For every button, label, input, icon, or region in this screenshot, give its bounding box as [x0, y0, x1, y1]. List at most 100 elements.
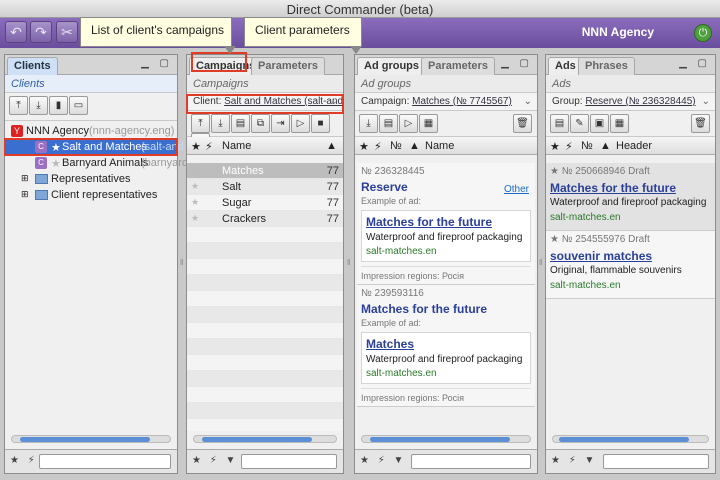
expand-icon[interactable]: ⊞: [21, 189, 29, 200]
pane-splitter[interactable]: ‖: [180, 258, 183, 267]
group-selector[interactable]: Group: Reserve (№ 236328445) ⌄: [546, 93, 715, 111]
campaign-row[interactable]: ★ Crackers 77: [187, 211, 343, 227]
exit-icon[interactable]: ⏻: [694, 24, 712, 42]
play-icon[interactable]: ▷: [291, 114, 310, 133]
number-column-header[interactable]: №: [390, 140, 402, 152]
tab-phrases[interactable]: Phrases: [578, 57, 635, 75]
name-column-header[interactable]: Name: [425, 140, 454, 152]
scrollbar-thumb[interactable]: [202, 437, 312, 442]
star-icon[interactable]: ★: [191, 181, 199, 192]
table-icon[interactable]: ▦: [610, 114, 629, 133]
tree-group-representatives[interactable]: ⊞ Representatives: [5, 171, 177, 187]
ad-preview-title[interactable]: Matches for the future: [366, 215, 526, 229]
table-icon[interactable]: ▦: [419, 114, 438, 133]
star-icon[interactable]: ★: [191, 197, 199, 208]
bolt-column-icon[interactable]: ⚡: [565, 140, 573, 153]
ad-card[interactable]: ★ № 250668946 Draft Matches for the futu…: [546, 163, 715, 231]
adgroups-filter-input[interactable]: [411, 454, 531, 469]
header-column-header[interactable]: Header: [616, 140, 652, 152]
pane-window-controls[interactable]: ▁ ▢: [679, 58, 711, 69]
campaigns-filter-input[interactable]: [241, 454, 337, 469]
balance-icon[interactable]: ▭: [69, 96, 88, 115]
adgroup-card[interactable]: № 236328445 Reserve Example of ad: Other…: [357, 163, 535, 285]
redo-icon[interactable]: ↷: [30, 21, 52, 43]
ads-filter-input[interactable]: [603, 454, 709, 469]
bolt-column-icon[interactable]: ⚡: [374, 140, 382, 153]
document-icon[interactable]: ▤: [379, 114, 398, 133]
chevron-down-icon[interactable]: ⌄: [702, 96, 710, 107]
star-column-icon[interactable]: ★: [191, 140, 201, 153]
download-icon[interactable]: ⤓: [359, 114, 378, 133]
group-selector-value[interactable]: Reserve (№ 236328445): [585, 96, 695, 107]
star-icon[interactable]: ★: [550, 234, 562, 245]
upload-icon[interactable]: ⤒: [9, 96, 28, 115]
star-icon[interactable]: ★: [550, 166, 562, 177]
pane-splitter[interactable]: ‖: [347, 258, 350, 267]
scrollbar-thumb[interactable]: [370, 437, 510, 442]
highlight-client-selector: [186, 94, 344, 114]
copy-icon[interactable]: ⧉: [251, 114, 270, 133]
ad-preview-title[interactable]: Matches: [366, 337, 526, 351]
expand-icon[interactable]: ⊞: [21, 173, 29, 184]
tree-root[interactable]: Y NNN Agency (nnn-agency.eng): [5, 123, 177, 139]
arrow-in-icon[interactable]: ⇥: [271, 114, 290, 133]
campaign-row[interactable]: ★ Sugar 77: [187, 195, 343, 211]
tree-item-barnyard-animals[interactable]: C ★ Barnyard Animals (barnyard: [5, 155, 188, 171]
ad-card[interactable]: ★ № 254555976 Draft souvenir matches Ori…: [546, 231, 715, 299]
ads-scrollbar[interactable]: [552, 435, 709, 443]
download-icon[interactable]: ⤓: [29, 96, 48, 115]
ad-title[interactable]: Matches for the future: [550, 181, 711, 195]
filter-icons[interactable]: ★ ⚡ ▼: [551, 455, 597, 466]
star-icon[interactable]: ★: [191, 165, 199, 176]
clients-scrollbar[interactable]: [11, 435, 171, 443]
stats-icon[interactable]: ▮: [49, 96, 68, 115]
star-icon[interactable]: ★: [51, 157, 61, 170]
trash-icon[interactable]: 🗑: [513, 114, 532, 133]
tab-parameters[interactable]: Parameters: [421, 57, 495, 75]
chevron-down-icon[interactable]: ⌄: [524, 96, 532, 107]
adgroup-card[interactable]: № 239593116 Matches for the future Examp…: [357, 285, 535, 407]
stop-icon[interactable]: ■: [311, 114, 330, 133]
image-icon[interactable]: ▣: [590, 114, 609, 133]
scissors-icon[interactable]: ✂: [56, 21, 78, 43]
campaign-row[interactable]: ★ Salt 77: [187, 179, 343, 195]
name-column-header[interactable]: Name: [222, 140, 251, 152]
number-column-header[interactable]: №: [581, 140, 593, 152]
tab-parameters[interactable]: Parameters: [251, 57, 325, 75]
star-column-icon[interactable]: ★: [550, 140, 560, 153]
edit-icon[interactable]: ✎: [570, 114, 589, 133]
play-icon[interactable]: ▷: [399, 114, 418, 133]
star-column-icon[interactable]: ★: [359, 140, 369, 153]
undo-icon[interactable]: ↶: [5, 21, 27, 43]
filter-icons[interactable]: ★ ⚡ ▼: [360, 455, 406, 466]
tab-ad-groups[interactable]: Ad groups: [357, 57, 426, 75]
campaigns-scrollbar[interactable]: [193, 435, 337, 443]
campaign-selector[interactable]: Campaign: Matches (№ 7745567) ⌄: [355, 93, 537, 111]
adgroups-scrollbar[interactable]: [361, 435, 531, 443]
pane-window-controls[interactable]: ▁ ▢: [501, 58, 533, 69]
star-icon[interactable]: ★: [191, 213, 199, 224]
clients-filter-input[interactable]: [39, 454, 171, 469]
pane-splitter[interactable]: ‖: [539, 258, 542, 267]
bolt-column-icon[interactable]: ⚡: [205, 140, 213, 153]
ad-title[interactable]: souvenir matches: [550, 249, 711, 263]
sort-icon[interactable]: ▲: [326, 140, 337, 152]
download-icon[interactable]: ⤓: [211, 114, 230, 133]
filter-icons[interactable]: ★ ⚡ ▼: [192, 455, 238, 466]
pane-window-controls[interactable]: ▁ ▢: [141, 58, 173, 69]
empty-row: [187, 227, 343, 243]
document-icon[interactable]: ▤: [550, 114, 569, 133]
sort-icon[interactable]: ▲: [409, 140, 420, 152]
tab-clients[interactable]: Clients: [7, 57, 58, 75]
scrollbar-thumb[interactable]: [559, 437, 689, 442]
campaign-row[interactable]: ★ Matches 77: [187, 163, 343, 179]
campaign-selector-value[interactable]: Matches (№ 7745567): [412, 96, 512, 107]
tree-group-client-representatives[interactable]: ⊞ Client representatives: [5, 187, 177, 203]
scrollbar-thumb[interactable]: [20, 437, 150, 442]
sort-icon[interactable]: ▲: [600, 140, 611, 152]
document-icon[interactable]: ▤: [231, 114, 250, 133]
filter-icons[interactable]: ★ ⚡: [10, 455, 38, 466]
trash-icon[interactable]: 🗑: [691, 114, 710, 133]
other-link[interactable]: Other: [504, 184, 529, 195]
upload-icon[interactable]: ⤒: [191, 114, 210, 133]
